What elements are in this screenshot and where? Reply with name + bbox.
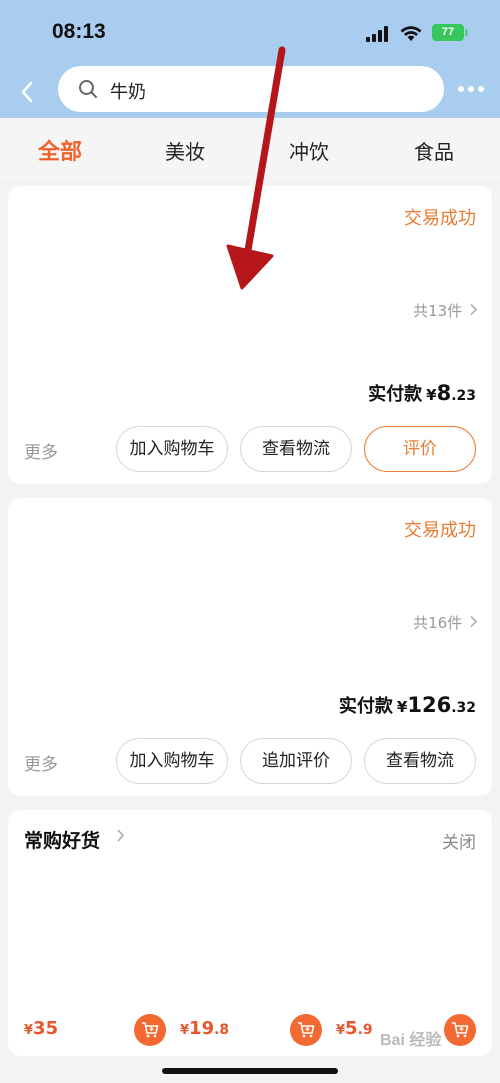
category-tabs: 全部 美妆 冲饮 食品 <box>0 118 500 180</box>
more-link[interactable]: 更多 <box>24 438 58 463</box>
add-to-cart-icon[interactable] <box>444 1014 476 1046</box>
watermark-logo: Bai 经验 <box>380 1032 442 1049</box>
wifi-icon <box>400 26 422 41</box>
product-price: ¥5.9 <box>336 1018 373 1039</box>
item-count-link[interactable]: 共13件 <box>413 300 478 321</box>
paid-amount: 实付款 ¥126.32 <box>339 692 476 718</box>
review-button[interactable]: 评价 <box>364 426 476 472</box>
add-review-button[interactable]: 追加评价 <box>240 738 352 784</box>
order-status: 交易成功 <box>404 208 476 229</box>
status-bar: 08:13 77 <box>0 0 500 60</box>
cellular-signal-icon <box>366 26 388 42</box>
item-count: 共13件 <box>413 302 463 320</box>
tab-food[interactable]: 食品 <box>414 136 454 165</box>
battery-level: 77 <box>441 26 455 38</box>
add-to-cart-icon[interactable] <box>290 1014 322 1046</box>
item-count: 共16件 <box>413 614 463 632</box>
add-to-cart-icon[interactable] <box>134 1014 166 1046</box>
price-integer: 35 <box>33 1018 59 1039</box>
price-decimal: .8 <box>214 1022 230 1038</box>
paid-label: 实付款 <box>338 696 393 717</box>
chevron-right-icon <box>470 615 478 628</box>
frequent-goods-title[interactable]: 常购好货 <box>24 826 100 853</box>
amount-integer: 8 <box>436 381 452 405</box>
frequent-goods-card: 常购好货 关闭 ¥35 ¥19.8 ¥5.9 <box>8 810 492 1056</box>
amount-decimal: .32 <box>451 700 476 716</box>
more-link[interactable]: 更多 <box>24 750 58 775</box>
home-indicator[interactable] <box>162 1068 338 1074</box>
amount-integer: 126 <box>407 693 452 717</box>
battery-tip <box>465 29 468 36</box>
battery-icon: 77 <box>432 24 464 41</box>
price-decimal: .9 <box>357 1022 373 1038</box>
view-logistics-button[interactable]: 查看物流 <box>240 426 352 472</box>
currency-symbol: ¥ <box>396 698 408 716</box>
search-icon <box>79 80 97 98</box>
product-price: ¥35 <box>24 1018 58 1039</box>
product-price: ¥19.8 <box>180 1018 229 1039</box>
view-logistics-button[interactable]: 查看物流 <box>364 738 476 784</box>
currency-symbol: ¥ <box>336 1023 346 1038</box>
tab-drinks[interactable]: 冲饮 <box>289 136 329 165</box>
search-input[interactable]: 牛奶 <box>110 78 146 104</box>
tab-beauty[interactable]: 美妆 <box>165 136 205 165</box>
order-card[interactable]: 交易成功 共16件 实付款 ¥126.32 更多 加入购物车 追加评价 查看物流 <box>8 498 492 796</box>
chevron-right-icon[interactable] <box>116 828 125 843</box>
more-options-icon[interactable] <box>458 80 486 100</box>
price-integer: 19 <box>189 1018 215 1039</box>
status-time: 08:13 <box>52 20 106 43</box>
order-status: 交易成功 <box>404 520 476 541</box>
paid-amount: 实付款 ¥8.23 <box>368 380 476 406</box>
search-bar[interactable]: 牛奶 <box>58 66 444 112</box>
add-to-cart-button[interactable]: 加入购物车 <box>116 738 228 784</box>
item-count-link[interactable]: 共16件 <box>413 612 478 633</box>
price-integer: 5 <box>345 1018 358 1039</box>
add-to-cart-button[interactable]: 加入购物车 <box>116 426 228 472</box>
back-icon[interactable] <box>20 76 42 104</box>
amount-decimal: .23 <box>451 388 476 404</box>
order-card[interactable]: 交易成功 共13件 实付款 ¥8.23 更多 加入购物车 查看物流 评价 <box>8 186 492 484</box>
currency-symbol: ¥ <box>426 386 437 404</box>
paid-label: 实付款 <box>368 384 423 405</box>
header-bar: 08:13 77 牛奶 <box>0 0 500 118</box>
tab-all[interactable]: 全部 <box>38 134 82 166</box>
close-button[interactable]: 关闭 <box>442 828 476 853</box>
currency-symbol: ¥ <box>180 1023 190 1038</box>
currency-symbol: ¥ <box>24 1023 34 1038</box>
chevron-right-icon <box>470 303 478 316</box>
